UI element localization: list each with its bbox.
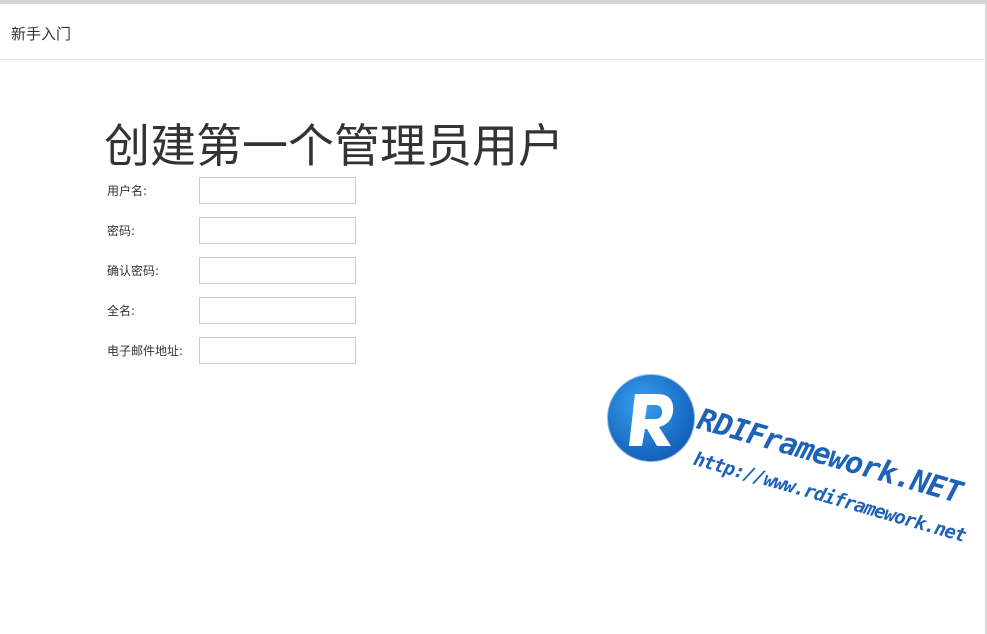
confirm-password-input[interactable] [199,257,356,284]
form-row-password: 密码: [107,217,367,246]
watermark: RDIFramework.NET http://www.rdiframework… [605,372,987,582]
page-title: 创建第一个管理员用户 [104,119,564,173]
fullname-input[interactable] [199,297,356,324]
form-row-fullname: 全名: [107,297,367,326]
form-row-email: 电子邮件地址: [107,337,367,366]
email-label: 电子邮件地址: [107,344,184,358]
form-row-username: 用户名: [107,177,367,206]
header-title: 新手入门 [11,25,72,43]
email-input[interactable] [199,337,356,364]
password-input[interactable] [199,217,356,244]
fullname-label: 全名: [107,304,136,318]
form-row-confirm-password: 确认密码: [107,257,367,286]
username-input[interactable] [199,177,356,204]
setup-wizard-window: 新手入门 创建第一个管理员用户 用户名: 密码: 确认密码: 全名: 电子邮件地… [0,0,987,634]
rdi-logo-icon [606,373,696,463]
username-label: 用户名: [107,184,148,198]
confirm-password-label: 确认密码: [107,264,160,278]
panel-header: 新手入门 [0,4,987,60]
password-label: 密码: [107,224,136,238]
